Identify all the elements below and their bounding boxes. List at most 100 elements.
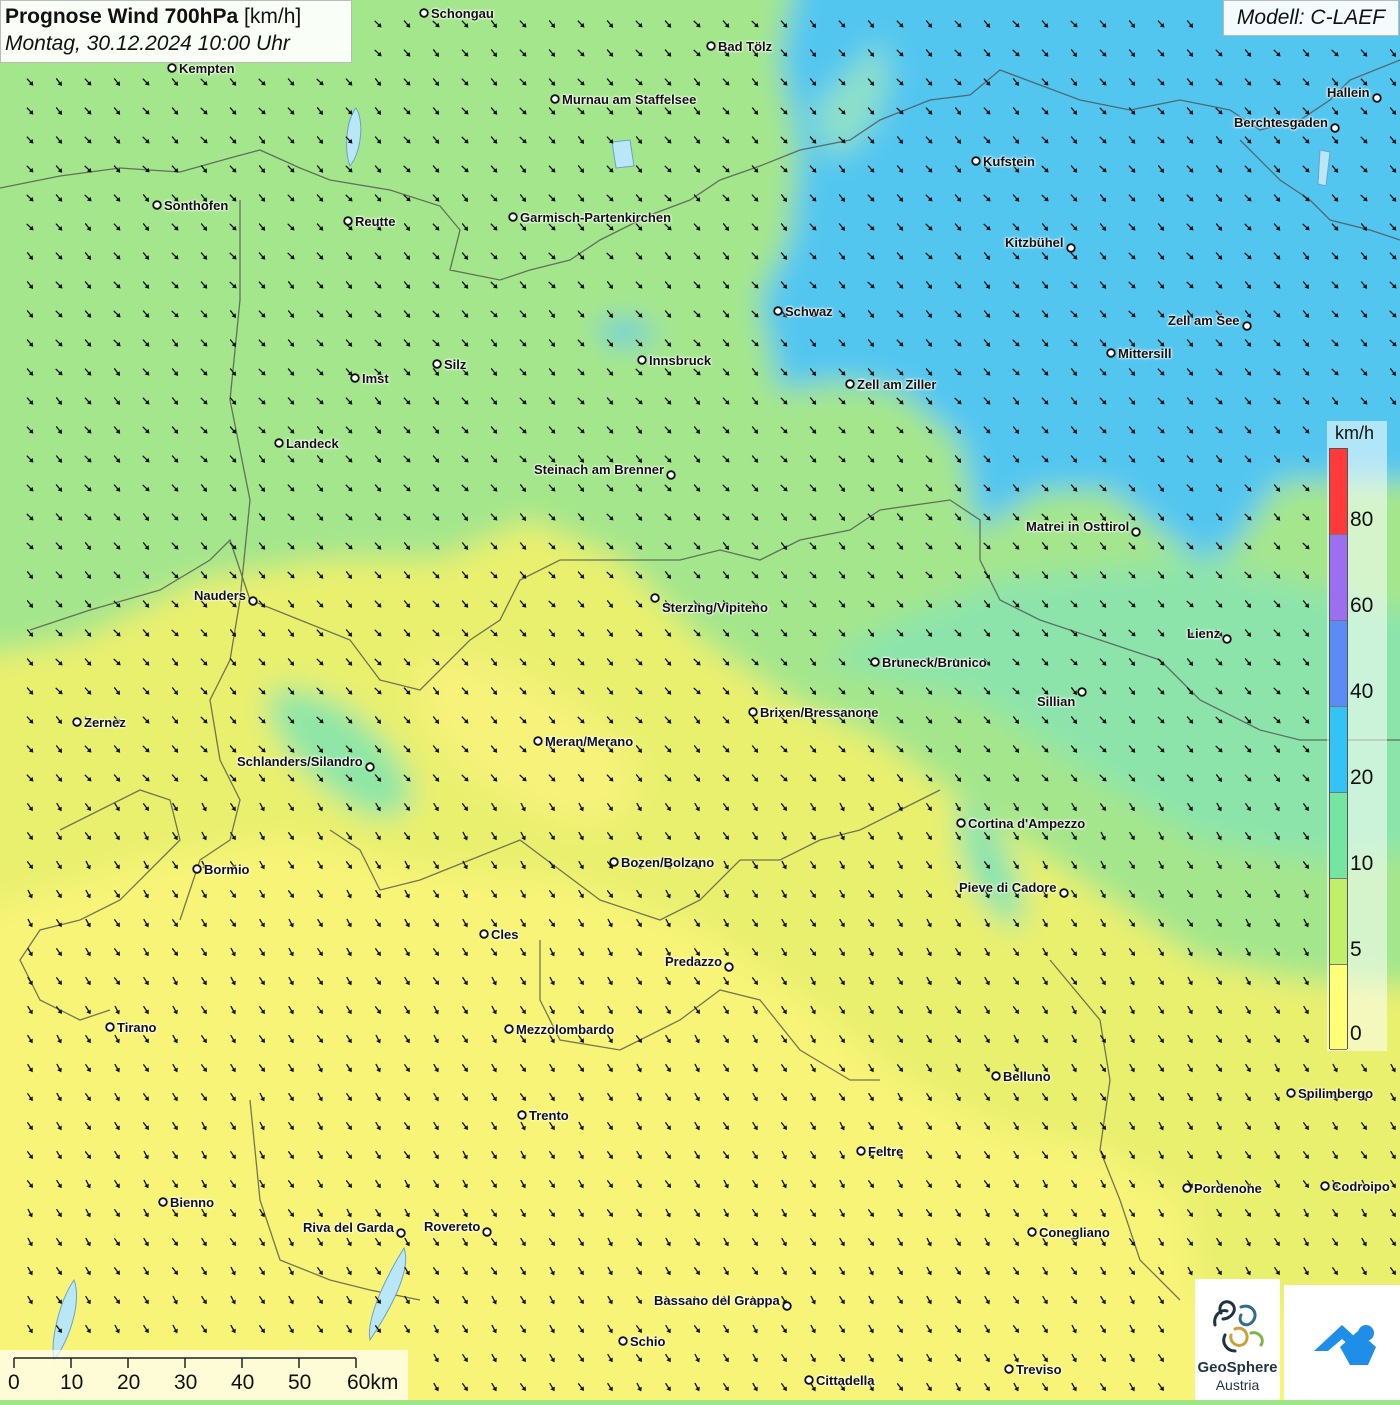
city-marker-icon [508,212,518,222]
city-label: Hallein [1327,85,1370,100]
city-label: Cles [491,927,519,942]
legend-label: 60 [1350,594,1374,617]
city-label: Mezzolombardo [516,1022,615,1037]
city-label: Reutte [355,214,396,229]
city-marker-icon [1066,243,1076,253]
city-marker-icon [1131,527,1141,537]
city-label: Trento [529,1108,569,1123]
legend-swatch [1330,965,1347,1050]
city-label: Kitzbühel [1005,235,1064,250]
city-marker-icon [550,94,560,104]
title-box: Prognose Wind 700hPa [km/h] Montag, 30.1… [0,0,352,63]
city-marker-icon [248,596,258,606]
city-label: Feltre [868,1144,904,1159]
city-marker-icon [856,1146,866,1156]
app-logo [1284,1285,1400,1400]
city-label: Riva del Garda [303,1220,395,1235]
city-label: Landeck [286,436,339,451]
city-label: Berchtesgaden [1234,115,1328,130]
city-label: Bruneck/Brunico [882,655,987,670]
city-marker-icon [1004,1364,1014,1374]
city-label: Bassano del Grappa [654,1293,780,1308]
legend-swatch [1330,449,1347,535]
city-marker-icon [365,762,375,772]
city-marker-icon [618,1336,628,1346]
scale-label: 50 [288,1371,312,1394]
city-marker-icon [991,1071,1001,1081]
legend-label: 80 [1350,508,1374,531]
city-marker-icon [971,156,981,166]
title-unit: [km/h] [244,5,302,28]
scale-label: 0 [8,1371,20,1394]
city-marker-icon [609,857,619,867]
legend-color-bar [1329,448,1348,1050]
city-label: Bormio [204,862,250,877]
scale-label: 40 [231,1371,255,1394]
city-marker-icon [432,359,442,369]
city-label: Schio [630,1334,666,1349]
legend-label: 20 [1350,766,1374,789]
city-label: Schlanders/Silandro [237,754,363,769]
city-marker-icon [1242,321,1252,331]
city-label: Mittersill [1118,346,1172,361]
city-marker-icon [1320,1181,1330,1191]
city-label: Bad Tölz [718,39,773,54]
city-label: Cittadella [816,1373,875,1388]
city-marker-icon [192,864,202,874]
city-marker-icon [724,962,734,972]
city-label: Cortina d'Ampezzo [968,816,1086,831]
city-marker-icon [782,1301,792,1311]
city-marker-icon [1077,687,1087,697]
city-marker-icon [666,470,676,480]
city-marker-icon [1330,123,1340,133]
city-label: Silz [444,357,467,372]
geosphere-emblem-icon [1213,1300,1264,1353]
city-marker-icon [650,593,660,603]
city-marker-icon [152,200,162,210]
city-label: Lienz [1187,626,1221,641]
city-marker-icon [343,216,353,226]
geosphere-country: Austria [1215,1377,1260,1393]
city-marker-icon [845,379,855,389]
city-marker-icon [1027,1227,1037,1237]
city-label: Nauders [194,588,247,603]
legend-swatch [1330,879,1347,965]
city-marker-icon [706,41,716,51]
city-marker-icon [748,707,758,717]
city-marker-icon [956,818,966,828]
city-label: Kufstein [983,154,1035,169]
city-label: Zell am See [1168,313,1240,328]
city-marker-icon [804,1375,814,1385]
scale-label: 30 [174,1371,198,1394]
city-marker-icon [773,306,783,316]
city-marker-icon [419,8,429,18]
city-label: Pieve di Cadore [959,880,1057,895]
city-label: Sillian [1037,694,1076,709]
city-marker-icon [72,717,82,727]
city-label: Bozen/Bolzano [621,855,715,870]
city-marker-icon [504,1024,514,1034]
city-label: Schwaz [785,304,833,319]
legend-swatch [1330,535,1347,621]
city-marker-icon [158,1197,168,1207]
forecast-datetime: Montag, 30.12.2024 10:00 Uhr [5,32,290,55]
city-label: Sterzing/Vipiteno [662,600,768,615]
city-marker-icon [517,1110,527,1120]
city-marker-icon [1059,888,1069,898]
city-label: Zernez [84,715,126,730]
legend-swatch [1330,621,1347,707]
city-marker-icon [350,373,360,383]
city-label: Predazzo [665,954,723,969]
title-main: Prognose Wind 700hPa [5,5,239,28]
city-label: Schongau [431,6,494,21]
city-marker-icon [167,63,177,73]
city-label: Garmisch-Partenkirchen [520,210,672,225]
city-label: Codroipo [1332,1179,1390,1194]
map-title: Prognose Wind 700hPa [km/h] [5,4,347,30]
city-label: Meran/Merano [545,734,634,749]
city-label: Treviso [1016,1362,1062,1377]
city-marker-icon [1222,634,1232,644]
legend-unit: km/h [1335,423,1375,443]
city-marker-icon [482,1227,492,1237]
geosphere-logo: GeoSphere Austria [1195,1279,1280,1400]
